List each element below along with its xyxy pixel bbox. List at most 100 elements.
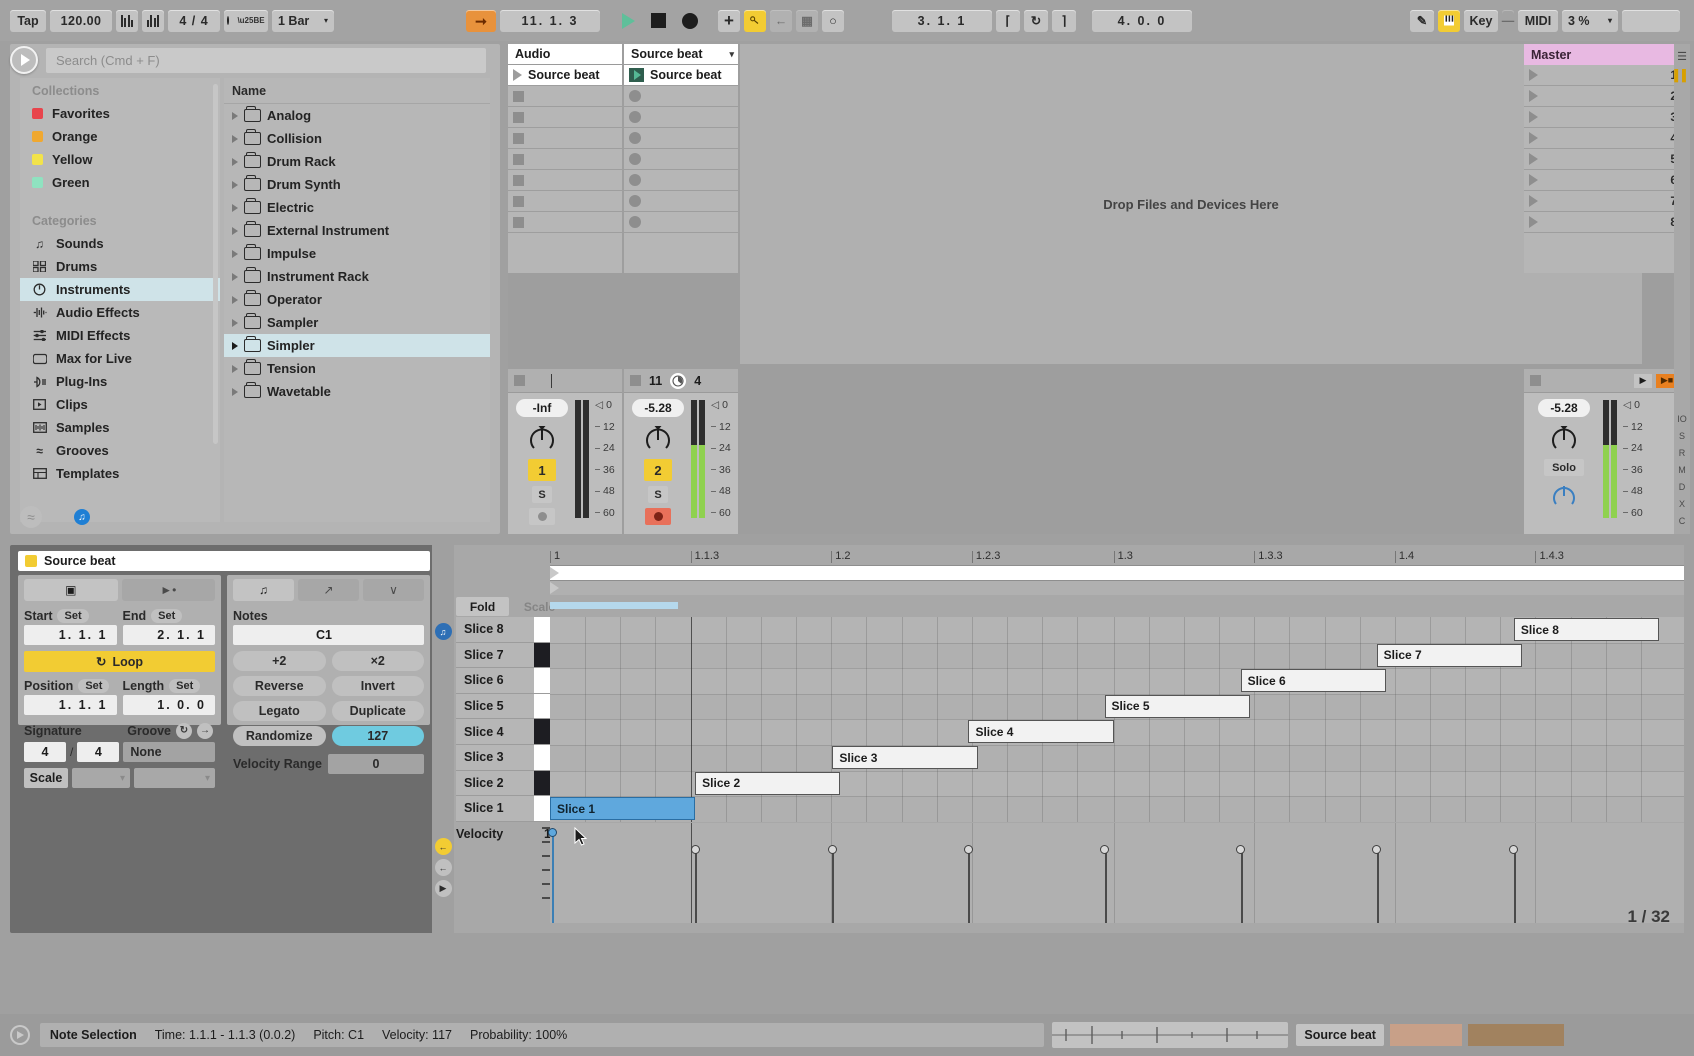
clip-slot-empty[interactable] xyxy=(508,191,622,212)
clip-slot-empty[interactable] xyxy=(624,86,738,107)
column-header-name[interactable]: Name xyxy=(224,78,490,104)
preview-waveform-icon[interactable]: ≈ xyxy=(20,506,42,528)
collection-green[interactable]: Green xyxy=(20,171,220,194)
stop-clip-icon[interactable] xyxy=(629,132,641,144)
nudge-down-icon[interactable] xyxy=(116,10,138,32)
sidebar-item-clips[interactable]: Clips xyxy=(20,393,220,416)
midi-note[interactable]: Slice 7 xyxy=(1377,644,1522,667)
groove-commit-icon[interactable]: ↻ xyxy=(176,723,192,739)
velocity-range-value[interactable]: 0 xyxy=(328,754,424,774)
loop-toggle-icon[interactable]: ↻ xyxy=(1024,10,1048,32)
midi-note[interactable]: Slice 2 xyxy=(695,772,840,795)
browser-row-electric[interactable]: Electric xyxy=(224,196,490,219)
quantization-select[interactable]: 1 Bar ▾ xyxy=(272,10,334,32)
groove-hotswap-icon[interactable]: → xyxy=(197,723,213,739)
expression-lane-icon[interactable]: ▶ xyxy=(435,880,452,897)
end-value[interactable]: 2. 1. 1 xyxy=(123,625,216,645)
loop-brace-bar[interactable] xyxy=(550,565,1684,581)
preview-notes-icon[interactable]: ♫ xyxy=(435,623,452,640)
clip-slot-empty[interactable] xyxy=(624,191,738,212)
punch-circle-icon[interactable]: ○ xyxy=(822,10,844,32)
sidebar-scrollbar[interactable] xyxy=(213,84,218,444)
loop-select-icon[interactable]: ▦ xyxy=(796,10,818,32)
drop-files-area[interactable]: Drop Files and Devices Here xyxy=(740,44,1642,364)
grid-resolution-label[interactable]: 1 / 32 xyxy=(1627,907,1670,927)
pan-knob[interactable] xyxy=(1548,422,1580,454)
loop-start-field[interactable]: 3. 1. 1 xyxy=(892,10,992,32)
tab-launch[interactable]: ►• xyxy=(122,579,216,601)
velocity-point[interactable] xyxy=(1372,845,1381,854)
sidebar-item-templates[interactable]: Templates xyxy=(20,462,220,485)
arrangement-position-field[interactable]: 11. 1. 3 xyxy=(500,10,600,32)
clip-slot-empty[interactable] xyxy=(624,212,738,233)
clip-color-swatch-icon[interactable] xyxy=(25,555,37,567)
headphone-icon[interactable]: ♫ xyxy=(74,509,90,525)
pan-knob[interactable] xyxy=(526,422,558,454)
chevron-down-icon[interactable]: ▾ xyxy=(729,49,734,60)
sends-icon[interactable]: S xyxy=(1679,431,1685,441)
stop-all-icon[interactable] xyxy=(514,375,525,386)
punch-in-icon[interactable]: ⌈ xyxy=(996,10,1020,32)
scene-row[interactable]: 5 xyxy=(1524,149,1684,170)
midi-note[interactable]: Slice 3 xyxy=(832,746,977,769)
menu-icon[interactable]: ☰ xyxy=(1677,50,1687,63)
signature-numerator[interactable]: 4 xyxy=(24,742,66,762)
browser-row-sampler[interactable]: Sampler xyxy=(224,311,490,334)
velocity-point[interactable] xyxy=(1236,845,1245,854)
volume-value[interactable]: -Inf xyxy=(516,399,568,417)
status-sample-waveform-b[interactable] xyxy=(1468,1024,1564,1046)
midi-note[interactable]: Slice 5 xyxy=(1105,695,1250,718)
clip-slot-empty[interactable] xyxy=(508,212,622,233)
chevron-right-icon[interactable] xyxy=(232,296,238,304)
start-set-button[interactable]: Set xyxy=(57,609,88,623)
master-track-name[interactable]: Master xyxy=(1524,44,1684,65)
chevron-right-icon[interactable] xyxy=(232,388,238,396)
stop-clip-icon[interactable] xyxy=(629,195,641,207)
length-value[interactable]: 1. 0. 0 xyxy=(123,695,216,715)
collection-favorites[interactable]: Favorites xyxy=(20,102,220,125)
clip-playing-icon[interactable] xyxy=(629,68,644,82)
scene-launch-icon[interactable] xyxy=(1529,153,1538,165)
arm-button[interactable] xyxy=(529,508,555,525)
solo-button[interactable]: S xyxy=(532,486,552,503)
scene-row[interactable]: 2 xyxy=(1524,86,1684,107)
track-name-audio[interactable]: Audio xyxy=(508,44,622,65)
notes-pitch-value[interactable]: C1 xyxy=(233,625,424,645)
velocity-point[interactable] xyxy=(1100,845,1109,854)
chevron-right-icon[interactable] xyxy=(232,365,238,373)
midi-note[interactable]: Slice 6 xyxy=(1241,669,1386,692)
solo-button[interactable]: S xyxy=(648,486,668,503)
scene-launch-icon[interactable] xyxy=(1529,195,1538,207)
crossfade-icon[interactable]: X xyxy=(1679,499,1685,509)
sidebar-item-midi-effects[interactable]: MIDI Effects xyxy=(20,324,220,347)
browser-preview-play-icon[interactable] xyxy=(10,46,38,74)
clip-title-bar[interactable]: Source beat xyxy=(18,551,430,571)
back-to-arrangement-icon[interactable]: ← xyxy=(770,10,792,32)
cpu-meter[interactable]: 3 % ▾ xyxy=(1562,10,1618,32)
track-number-button[interactable]: 2 xyxy=(644,459,672,481)
velocity-point[interactable] xyxy=(964,845,973,854)
loop-end-marker-icon[interactable] xyxy=(550,582,559,594)
chevron-right-icon[interactable] xyxy=(232,112,238,120)
loop-length-field[interactable]: 4. 0. 0 xyxy=(1092,10,1192,32)
tab-envelopes[interactable]: ↗ xyxy=(298,579,359,601)
clip-slot-empty[interactable] xyxy=(508,128,622,149)
play-icon[interactable] xyxy=(622,13,635,29)
scene-row[interactable]: 4 xyxy=(1524,128,1684,149)
velocity-lane-icon[interactable]: ← xyxy=(435,838,452,855)
invert-button[interactable]: Invert xyxy=(332,676,425,696)
chain-icon[interactable]: C xyxy=(1679,516,1686,526)
clip-slot-filled[interactable]: Source beat xyxy=(508,65,622,86)
sidebar-item-max-for-live[interactable]: Max for Live xyxy=(20,347,220,370)
scene-row[interactable]: 6 xyxy=(1524,170,1684,191)
computer-midi-keyboard-icon[interactable] xyxy=(1438,10,1460,32)
scene-row[interactable]: 1 xyxy=(1524,65,1684,86)
sidebar-item-plugins[interactable]: Plug-Ins xyxy=(20,370,220,393)
loop-toggle-button[interactable]: ↻ Loop xyxy=(24,651,215,672)
follow-icon[interactable]: ➞ xyxy=(466,10,496,32)
browser-row-operator[interactable]: Operator xyxy=(224,288,490,311)
automation-arm-icon[interactable] xyxy=(744,10,766,32)
nudge-up-icon[interactable] xyxy=(142,10,164,32)
stop-clip-icon[interactable] xyxy=(513,154,524,165)
browser-row-drum-rack[interactable]: Drum Rack xyxy=(224,150,490,173)
